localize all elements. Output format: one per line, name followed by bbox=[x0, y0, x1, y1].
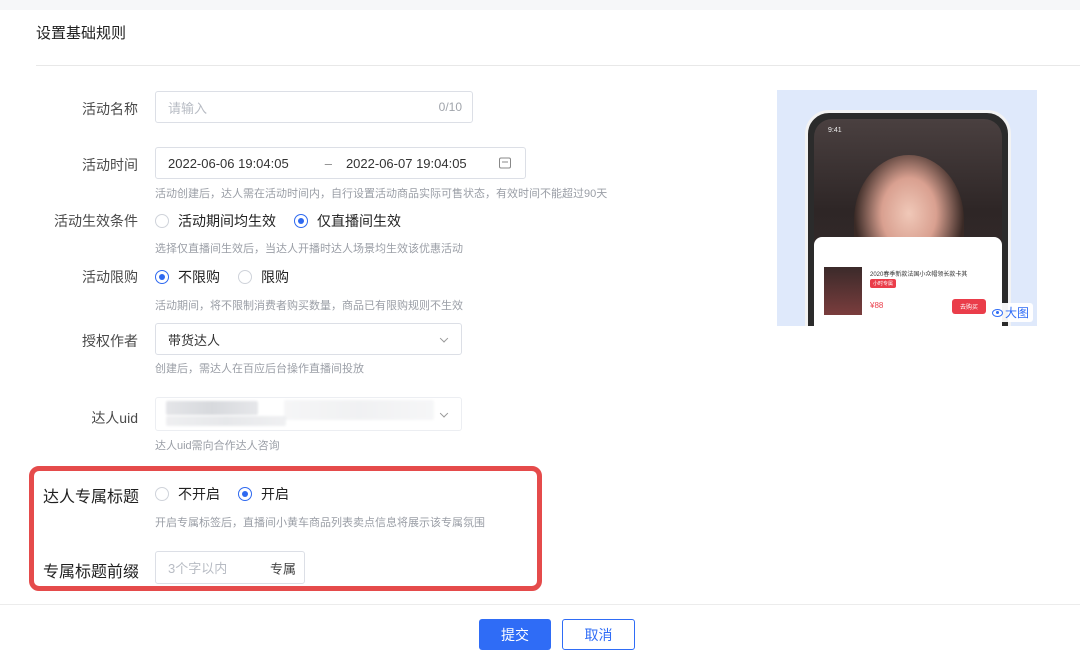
radio-no-limit[interactable]: 不限购 bbox=[155, 267, 220, 287]
purchase-limit-radio-group: 不限购 限购 bbox=[155, 267, 307, 287]
chevron-down-icon[interactable] bbox=[439, 409, 449, 418]
purchase-limit-label: 活动限购 bbox=[82, 269, 138, 285]
authorized-author-hint: 创建后，需达人在百应后台操作直播间投放 bbox=[155, 363, 364, 375]
authorized-author-value: 带货达人 bbox=[168, 332, 221, 348]
chevron-down-icon[interactable] bbox=[439, 334, 449, 343]
radio-effective-all-period[interactable]: 活动期间均生效 bbox=[155, 211, 276, 231]
phone-mockup: 9:41 2020春季新款法国小众帽领长款卡其 小时专属 ¥88 去购买 bbox=[805, 110, 1011, 326]
radio-circle-selected[interactable] bbox=[294, 214, 308, 228]
activity-time-separator: – bbox=[324, 155, 332, 171]
radio-effective-live-only[interactable]: 仅直播间生效 bbox=[294, 211, 401, 231]
activity-time-hint: 活动创建后，达人需在活动时间内，自行设置活动商品实际可售状态，有效时间不能超过9… bbox=[155, 188, 608, 200]
zoom-preview-link[interactable]: 大图 bbox=[987, 303, 1033, 322]
product-card: 2020春季新款法国小众帽领长款卡其 小时专属 ¥88 去购买 bbox=[814, 237, 1002, 326]
effective-condition-hint: 选择仅直播间生效后，当达人开播时达人场景均生效该优惠活动 bbox=[155, 243, 463, 255]
radio-circle-selected[interactable] bbox=[155, 270, 169, 284]
authorized-author-select[interactable]: 带货达人 bbox=[155, 323, 462, 355]
section-divider bbox=[36, 65, 1080, 66]
calendar-icon[interactable] bbox=[499, 157, 511, 169]
activity-time-label: 活动时间 bbox=[82, 157, 138, 173]
authorized-author-label: 授权作者 bbox=[82, 333, 138, 349]
top-bar bbox=[0, 0, 1080, 10]
activity-name-counter: 0/10 bbox=[438, 100, 462, 114]
phone-time: 9:41 bbox=[828, 127, 842, 134]
product-thumbnail bbox=[824, 267, 862, 315]
radio-label: 活动期间均生效 bbox=[178, 213, 276, 229]
radio-label: 限购 bbox=[261, 269, 289, 285]
activity-name-placeholder: 请输入 bbox=[168, 100, 208, 116]
product-title: 2020春季新款法国小众帽领长款卡其 bbox=[870, 272, 968, 278]
creator-uid-select[interactable] bbox=[155, 397, 462, 431]
effective-condition-radio-group: 活动期间均生效 仅直播间生效 bbox=[155, 211, 419, 231]
activity-time-range-picker[interactable]: 2022-06-06 19:04:05 – 2022-06-07 19:04:0… bbox=[155, 147, 526, 179]
cancel-button[interactable]: 取消 bbox=[562, 619, 635, 650]
effective-condition-label: 活动生效条件 bbox=[54, 213, 138, 229]
product-price: ¥88 bbox=[870, 301, 884, 310]
creator-uid-hint: 达人uid需向合作达人咨询 bbox=[155, 440, 280, 452]
activity-name-input[interactable]: 请输入 0/10 bbox=[155, 91, 473, 123]
phone-screen: 9:41 2020春季新款法国小众帽领长款卡其 小时专属 ¥88 去购买 bbox=[814, 119, 1002, 326]
eye-icon bbox=[991, 308, 1003, 317]
activity-time-start[interactable]: 2022-06-06 19:04:05 bbox=[168, 156, 289, 171]
section-title: 设置基础规则 bbox=[36, 25, 127, 42]
submit-button[interactable]: 提交 bbox=[479, 619, 551, 650]
radio-circle[interactable] bbox=[238, 270, 252, 284]
zoom-preview-label: 大图 bbox=[1004, 306, 1029, 320]
activity-time-end[interactable]: 2022-06-07 19:04:05 bbox=[346, 156, 467, 171]
highlight-box bbox=[29, 466, 542, 591]
redacted-block bbox=[284, 400, 434, 420]
footer-divider bbox=[0, 604, 1080, 605]
radio-label: 仅直播间生效 bbox=[317, 213, 401, 229]
radio-label: 不限购 bbox=[178, 269, 220, 285]
creator-uid-label: 达人uid bbox=[91, 410, 138, 426]
buy-button: 去购买 bbox=[951, 299, 986, 314]
exclusive-tag: 小时专属 bbox=[870, 279, 897, 288]
preview-panel: 9:41 2020春季新款法国小众帽领长款卡其 小时专属 ¥88 去购买 大图 bbox=[777, 90, 1037, 326]
activity-name-label: 活动名称 bbox=[82, 101, 138, 117]
purchase-limit-hint: 活动期间，将不限制消费者购买数量，商品已有限购规则不生效 bbox=[155, 300, 463, 312]
redacted-block bbox=[166, 401, 258, 415]
radio-limit[interactable]: 限购 bbox=[238, 267, 289, 287]
redacted-block bbox=[166, 416, 286, 426]
radio-circle[interactable] bbox=[155, 214, 169, 228]
